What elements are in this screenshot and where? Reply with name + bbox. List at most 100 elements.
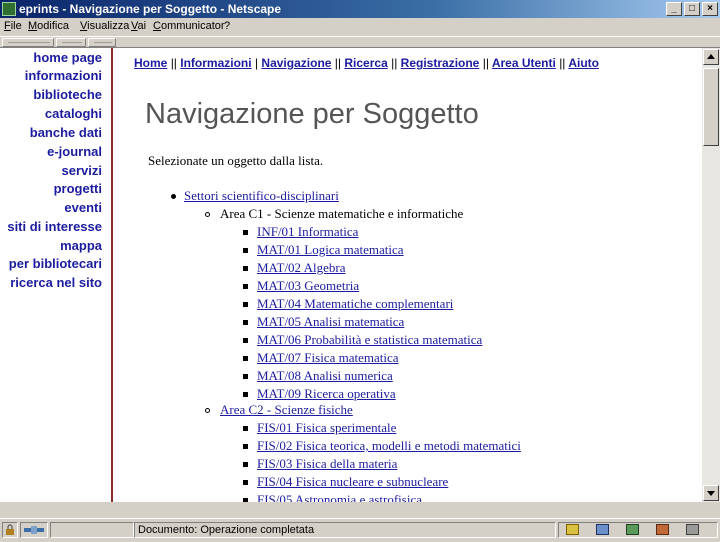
- menu-bar: File Modifica Visualizza Vai Communicato…: [0, 18, 720, 36]
- subject-link[interactable]: FIS/04 Fisica nucleare e subnucleare: [257, 474, 448, 489]
- progress-cell: [50, 522, 134, 538]
- sidebar-link-mappa[interactable]: mappa: [60, 238, 102, 253]
- area-c1-label: Area C1 - Scienze matematiche e informat…: [220, 206, 464, 221]
- square-bullet: [243, 462, 248, 467]
- menu-communicator[interactable]: Communicator: [153, 18, 225, 35]
- status-bar: Documento: Operazione completata: [0, 518, 720, 541]
- lock-icon[interactable]: [3, 523, 17, 537]
- square-bullet: [243, 392, 248, 397]
- window-controls: _ □ ×: [666, 2, 718, 16]
- square-bullet: [243, 320, 248, 325]
- nav-separator: ||: [482, 56, 489, 70]
- square-bullet: [243, 356, 248, 361]
- subject-link[interactable]: FIS/03 Fisica della materia: [257, 456, 397, 471]
- nav-link-informazioni[interactable]: Informazioni: [180, 56, 251, 70]
- menu-visualizza[interactable]: Visualizza: [80, 18, 129, 35]
- top-navigation: Home || Informazioni | Navigazione || Ri…: [134, 56, 599, 70]
- square-bullet: [243, 248, 248, 253]
- menu-file[interactable]: File: [4, 18, 22, 35]
- circle-bullet: [205, 212, 210, 217]
- nav-separator: ||: [391, 56, 398, 70]
- subject-link[interactable]: MAT/03 Geometria: [257, 278, 359, 293]
- status-message: Documento: Operazione completata: [138, 524, 315, 536]
- nav-separator: ||: [334, 56, 342, 70]
- navigator-icon[interactable]: [566, 524, 579, 535]
- square-bullet: [243, 284, 248, 289]
- composer-icon[interactable]: [656, 524, 669, 535]
- sidebar-link-cataloghi[interactable]: cataloghi: [45, 106, 102, 121]
- subject-link[interactable]: MAT/05 Analisi matematica: [257, 314, 404, 329]
- mail-icon[interactable]: [596, 524, 609, 535]
- nav-separator: ||: [559, 56, 566, 70]
- scroll-thumb[interactable]: [703, 68, 719, 146]
- subject-link[interactable]: FIS/05 Astronomia e astrofisica: [257, 492, 422, 502]
- close-button[interactable]: ×: [702, 2, 718, 16]
- maximize-button[interactable]: □: [684, 2, 700, 16]
- square-bullet: [243, 480, 248, 485]
- intro-text: Selezionate un oggetto dalla lista.: [148, 153, 324, 168]
- scroll-up-button[interactable]: [703, 49, 719, 65]
- newsgroup-icon[interactable]: [626, 524, 639, 535]
- nav-link-navigazione[interactable]: Navigazione: [261, 56, 331, 70]
- circle-bullet: [205, 408, 210, 413]
- subject-link[interactable]: MAT/06 Probabilità e statistica matemati…: [257, 332, 482, 347]
- subject-link[interactable]: MAT/08 Analisi numerica: [257, 368, 393, 383]
- subject-link[interactable]: FIS/02 Fisica teorica, modelli e metodi …: [257, 438, 521, 453]
- square-bullet: [243, 230, 248, 235]
- subject-link[interactable]: MAT/09 Ricerca operativa: [257, 386, 396, 401]
- toolbar-grip-location[interactable]: [56, 38, 86, 47]
- toolbar-grip-personal[interactable]: [88, 38, 116, 47]
- menu-help[interactable]: ?: [224, 18, 230, 35]
- minimize-button[interactable]: _: [666, 2, 682, 16]
- nav-link-aiuto[interactable]: Aiuto: [568, 56, 599, 70]
- nav-separator: ||: [170, 56, 177, 70]
- connection-cell: [20, 522, 48, 538]
- nav-link-ricerca[interactable]: Ricerca: [344, 56, 387, 70]
- nav-separator: |: [254, 56, 259, 70]
- sidebar-link-per-bibliotecari[interactable]: per bibliotecari: [9, 256, 102, 271]
- sidebar-link-eventi[interactable]: eventi: [64, 200, 102, 215]
- subject-link[interactable]: FIS/01 Fisica sperimentale: [257, 420, 396, 435]
- subject-link[interactable]: MAT/07 Fisica matematica: [257, 350, 399, 365]
- connection-icon[interactable]: [21, 523, 47, 537]
- square-bullet: [243, 498, 248, 502]
- security-cell: [2, 522, 18, 538]
- nav-link-home[interactable]: Home: [134, 56, 167, 70]
- sidebar-link-informazioni[interactable]: informazioni: [25, 68, 102, 83]
- sidebar-link-progetti[interactable]: progetti: [54, 181, 102, 196]
- disc-bullet: [171, 194, 176, 199]
- sidebar-link-ricerca-nel-sito[interactable]: ricerca nel sito: [10, 275, 102, 290]
- sidebar-link-home-page[interactable]: home page: [33, 50, 102, 65]
- collapsed-toolbars: [0, 36, 720, 48]
- left-sidebar: home page informazioni biblioteche catal…: [0, 48, 113, 502]
- tree-root-link[interactable]: Settori scientifico-disciplinari: [184, 188, 339, 203]
- nav-link-registrazione[interactable]: Registrazione: [401, 56, 480, 70]
- sidebar-link-biblioteche[interactable]: biblioteche: [33, 87, 102, 102]
- address-book-icon[interactable]: [686, 524, 699, 535]
- nav-link-area-utenti[interactable]: Area Utenti: [492, 56, 556, 70]
- sidebar-link-siti-di-interesse[interactable]: siti di interesse: [7, 219, 102, 234]
- subject-link[interactable]: INF/01 Informatica: [257, 224, 358, 239]
- square-bullet: [243, 338, 248, 343]
- title-bar: eprints - Navigazione per Soggetto - Net…: [0, 0, 720, 18]
- vertical-scrollbar[interactable]: [702, 48, 720, 502]
- window-title: eprints - Navigazione per Soggetto - Net…: [19, 2, 282, 16]
- sidebar-link-banche-dati[interactable]: banche dati: [30, 125, 102, 140]
- square-bullet: [243, 302, 248, 307]
- scroll-down-button[interactable]: [703, 485, 719, 501]
- menu-vai[interactable]: Vai: [131, 18, 146, 35]
- page-content: home page informazioni biblioteche catal…: [0, 48, 702, 502]
- sidebar-link-e-journal[interactable]: e-journal: [47, 144, 102, 159]
- area-c2-link[interactable]: Area C2 - Scienze fisiche: [220, 402, 353, 417]
- page-title: Navigazione per Soggetto: [145, 98, 479, 130]
- subject-link[interactable]: MAT/02 Algebra: [257, 260, 345, 275]
- netscape-icon: [2, 2, 16, 16]
- arrow-down-icon: [707, 491, 715, 496]
- subject-link[interactable]: MAT/01 Logica matematica: [257, 242, 404, 257]
- sidebar-link-servizi[interactable]: servizi: [62, 163, 102, 178]
- square-bullet: [243, 444, 248, 449]
- square-bullet: [243, 426, 248, 431]
- toolbar-grip-navigation[interactable]: [2, 38, 54, 47]
- menu-modifica[interactable]: Modifica: [28, 18, 69, 35]
- subject-link[interactable]: MAT/04 Matematiche complementari: [257, 296, 453, 311]
